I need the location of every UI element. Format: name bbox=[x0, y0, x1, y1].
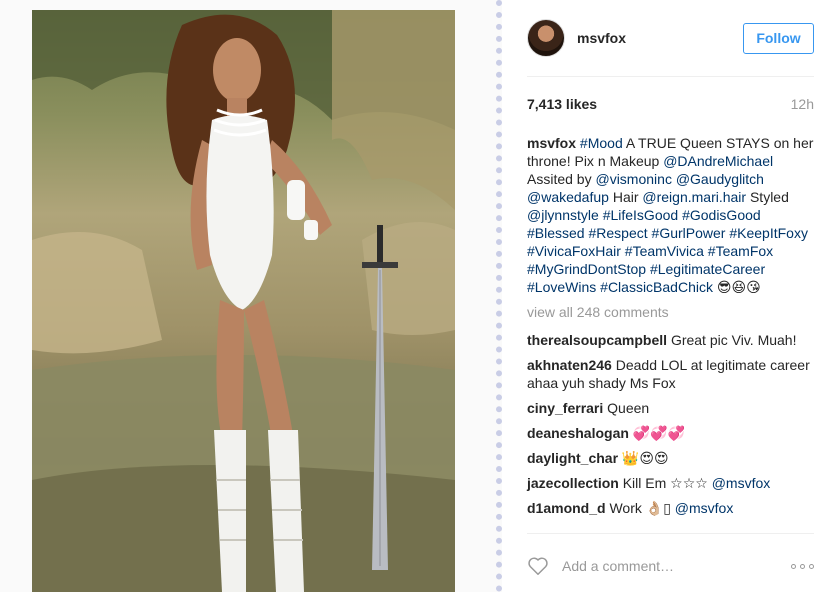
caption-hashtag[interactable]: #LifeIsGood bbox=[603, 207, 679, 223]
post-header: msvfox Follow bbox=[527, 18, 814, 58]
caption-hashtag[interactable]: #ClassicBadChick bbox=[600, 279, 713, 295]
caption-hashtag[interactable]: #MyGrindDontStop bbox=[527, 261, 646, 277]
caption-hashtag[interactable]: #Mood bbox=[580, 135, 623, 151]
caption-hashtag[interactable]: #GurlPower bbox=[652, 225, 726, 241]
caption-hashtag[interactable]: @jlynnstyle bbox=[527, 207, 599, 223]
caption-hashtag[interactable]: #Respect bbox=[588, 225, 647, 241]
comment-username[interactable]: jazecollection bbox=[527, 475, 619, 491]
comment-username[interactable]: akhnaten246 bbox=[527, 357, 612, 373]
avatar[interactable] bbox=[527, 19, 565, 57]
follow-button[interactable]: Follow bbox=[743, 22, 814, 54]
caption-text: Assited by bbox=[527, 171, 596, 187]
comment-text: Kill Em ☆☆☆ bbox=[622, 475, 708, 491]
comment-text: 👑😍😍 bbox=[621, 450, 669, 466]
comment-row: ciny_ferrari Queen bbox=[527, 399, 817, 417]
comment-username[interactable]: d1amond_d bbox=[527, 500, 606, 516]
caption-text: Styled bbox=[746, 189, 789, 205]
comment-row: akhnaten246 Deadd LOL at legitimate care… bbox=[527, 356, 817, 392]
caption-hashtag[interactable]: #KeepItFoxy bbox=[729, 225, 808, 241]
header-divider bbox=[527, 76, 814, 77]
photo-illustration bbox=[32, 10, 455, 592]
footer-divider bbox=[527, 533, 814, 534]
post-panel: msvfox Follow 7,413 likes 12h msvfox #Mo… bbox=[511, 0, 830, 592]
caption-hashtag[interactable]: #TeamFox bbox=[708, 243, 773, 259]
likes-row: 7,413 likes 12h bbox=[527, 96, 814, 112]
caption: msvfox #Mood A TRUE Queen STAYS on her t… bbox=[527, 134, 817, 296]
view-all-comments-link[interactable]: view all 248 comments bbox=[527, 303, 817, 321]
comment-text: Work 👌🏼▯ bbox=[609, 500, 671, 516]
comment-mention[interactable]: @msvfox bbox=[712, 475, 771, 491]
photo-frame bbox=[0, 0, 502, 592]
comment-entries: therealsoupcampbell Great pic Viv. Muah!… bbox=[527, 331, 817, 517]
caption-hashtag[interactable]: #LegitimateCareer bbox=[650, 261, 765, 277]
caption-text: 😎😆😘 bbox=[712, 279, 761, 295]
dot-icon bbox=[800, 563, 805, 569]
more-options-icon[interactable] bbox=[791, 563, 814, 569]
caption-hashtag[interactable]: #GodisGood bbox=[682, 207, 761, 223]
comment-username[interactable]: deaneshalogan bbox=[527, 425, 629, 441]
caption-hashtag[interactable]: @reign.mari.hair bbox=[642, 189, 746, 205]
comment-text: Queen bbox=[607, 400, 650, 416]
comments-list: msvfox #Mood A TRUE Queen STAYS on her t… bbox=[527, 134, 817, 524]
heart-icon[interactable] bbox=[527, 555, 549, 577]
add-comment-input[interactable]: Add a comment… bbox=[562, 558, 674, 574]
caption-hashtag[interactable]: #Blessed bbox=[527, 225, 585, 241]
caption-hashtag[interactable]: @wakedafup bbox=[527, 189, 609, 205]
post-footer: Add a comment… bbox=[527, 552, 814, 580]
comment-row: jazecollection Kill Em ☆☆☆ @msvfox bbox=[527, 474, 817, 492]
caption-hashtag[interactable]: @Gaudyglitch bbox=[676, 171, 764, 187]
dot-icon bbox=[791, 563, 796, 569]
caption-hashtag[interactable]: #TeamVivica bbox=[625, 243, 704, 259]
comment-text: 💞💞💞 bbox=[632, 425, 686, 441]
caption-hashtag[interactable]: #LoveWins bbox=[527, 279, 596, 295]
header-username[interactable]: msvfox bbox=[577, 30, 626, 46]
comment-username[interactable]: therealsoupcampbell bbox=[527, 332, 667, 348]
caption-hashtag[interactable]: @vismoninc bbox=[595, 171, 671, 187]
caption-hashtag[interactable]: @DAndreMichael bbox=[663, 153, 773, 169]
comment-row: daylight_char 👑😍😍 bbox=[527, 449, 817, 467]
caption-hashtag[interactable]: #VivicaFoxHair bbox=[527, 243, 621, 259]
comment-row: therealsoupcampbell Great pic Viv. Muah! bbox=[527, 331, 817, 349]
caption-text: Hair bbox=[608, 189, 643, 205]
post-photo[interactable] bbox=[32, 10, 455, 592]
comment-username[interactable]: ciny_ferrari bbox=[527, 400, 603, 416]
comment-row: d1amond_d Work 👌🏼▯ @msvfox bbox=[527, 499, 817, 517]
comment-row: deaneshalogan 💞💞💞 bbox=[527, 424, 817, 442]
post-time[interactable]: 12h bbox=[791, 96, 814, 112]
dot-icon bbox=[809, 563, 814, 569]
comment-text: Great pic Viv. Muah! bbox=[670, 332, 797, 348]
comment-mention[interactable]: @msvfox bbox=[675, 500, 734, 516]
comment-username[interactable]: daylight_char bbox=[527, 450, 618, 466]
likes-count[interactable]: 7,413 likes bbox=[527, 96, 597, 112]
caption-username[interactable]: msvfox bbox=[527, 135, 576, 151]
